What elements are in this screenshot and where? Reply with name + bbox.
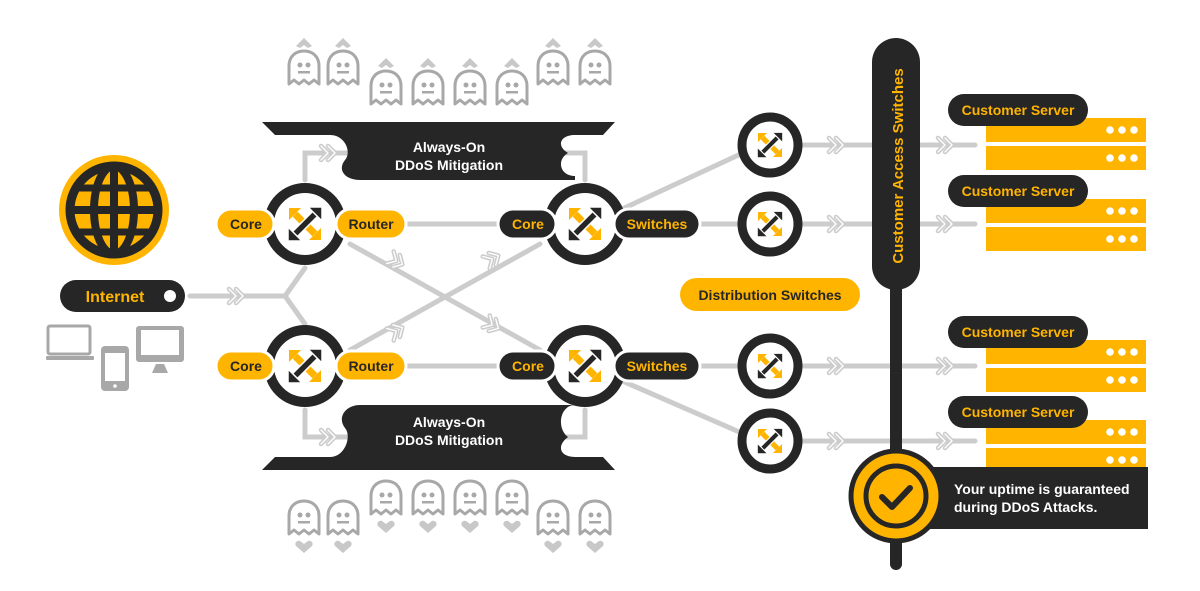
distribution-switches-badge: Distribution Switches [680,278,860,311]
ghost-icon [578,499,612,536]
ghost-icon [326,499,360,536]
up-arrow-icon [378,58,394,68]
link-internet-bottom [282,293,308,327]
switch-2-left-label: Core [512,358,544,374]
up-arrow-icon [504,58,520,68]
up-arrow-icon [545,38,561,48]
ddos-network-diagram: Always-On DDoS Mitigation Always-On DDoS… [46,38,1148,570]
ghost-icon [369,479,403,516]
ghost-icon [411,69,445,106]
ghost-icon [453,479,487,516]
heart-icon [334,540,352,553]
up-arrow-icon [420,58,436,68]
customer-server-1-label: Customer Server [962,102,1075,118]
ghost-icon [536,49,570,86]
customer-server-4[interactable]: Customer Server [948,396,1146,472]
router-1-right-label: Router [348,216,394,232]
customer-server-4-label: Customer Server [962,404,1075,420]
up-arrow-icon [587,38,603,48]
mitigation-top-line1: Always-On [413,139,485,155]
link-internet-top [282,265,308,299]
ghost-icon [287,49,321,86]
heart-icon [586,540,604,553]
phone-icon [101,346,129,391]
heart-icon [419,520,437,533]
customer-server-2[interactable]: Customer Server [948,175,1146,251]
ghost-icon [495,479,529,516]
ghost-icon [287,499,321,536]
mitigation-top-line2: DDoS Mitigation [395,157,503,173]
distribution-switch-4[interactable] [737,408,803,474]
switch-1-left-label: Core [512,216,544,232]
ghost-icon [326,49,360,86]
laptop-icon [46,324,94,360]
internet-label: Internet [86,289,145,306]
up-arrow-icon [296,38,312,48]
ghost-icon [411,479,445,516]
customer-server-3-label: Customer Server [962,324,1075,340]
router-2-right-label: Router [348,358,394,374]
devices [46,324,184,391]
core-router-2[interactable]: Core Router [214,325,408,407]
switch-2-right-label: Switches [627,358,688,374]
heart-icon [503,520,521,533]
internet-badge[interactable]: Internet [60,280,185,312]
distribution-switches-label: Distribution Switches [698,287,841,303]
uptime-line1: Your uptime is guaranteed [954,481,1130,497]
up-arrow-icon [335,38,351,48]
attackers-bottom [287,479,612,553]
heart-icon [544,540,562,553]
ghost-icon [578,49,612,86]
customer-access-switches-label: Customer Access Switches [890,68,907,263]
customer-server-1[interactable]: Customer Server [948,94,1146,170]
switch-1-right-label: Switches [627,216,688,232]
customer-server-3[interactable]: Customer Server [948,316,1146,392]
customer-server-2-label: Customer Server [962,183,1075,199]
distribution-switch-1[interactable] [737,112,803,178]
router-2-left-label: Core [230,358,262,374]
distribution-switch-2[interactable] [737,191,803,257]
mitigation-bottom-line2: DDoS Mitigation [395,432,503,448]
attackers-top [287,38,612,106]
heart-icon [377,520,395,533]
distribution-switch-3[interactable] [737,333,803,399]
core-router-1[interactable]: Core Router [214,183,408,265]
uptime-line2: during DDoS Attacks. [954,499,1097,515]
ghost-icon [536,499,570,536]
router-1-left-label: Core [230,216,262,232]
ghost-icon [369,69,403,106]
ghost-icon [495,69,529,106]
mitigation-bottom-line1: Always-On [413,414,485,430]
heart-icon [295,540,313,553]
chevron-icon [387,321,406,340]
globe-icon [59,155,169,265]
heart-icon [461,520,479,533]
up-arrow-icon [462,58,478,68]
ghost-icon [453,69,487,106]
monitor-icon [136,326,184,373]
